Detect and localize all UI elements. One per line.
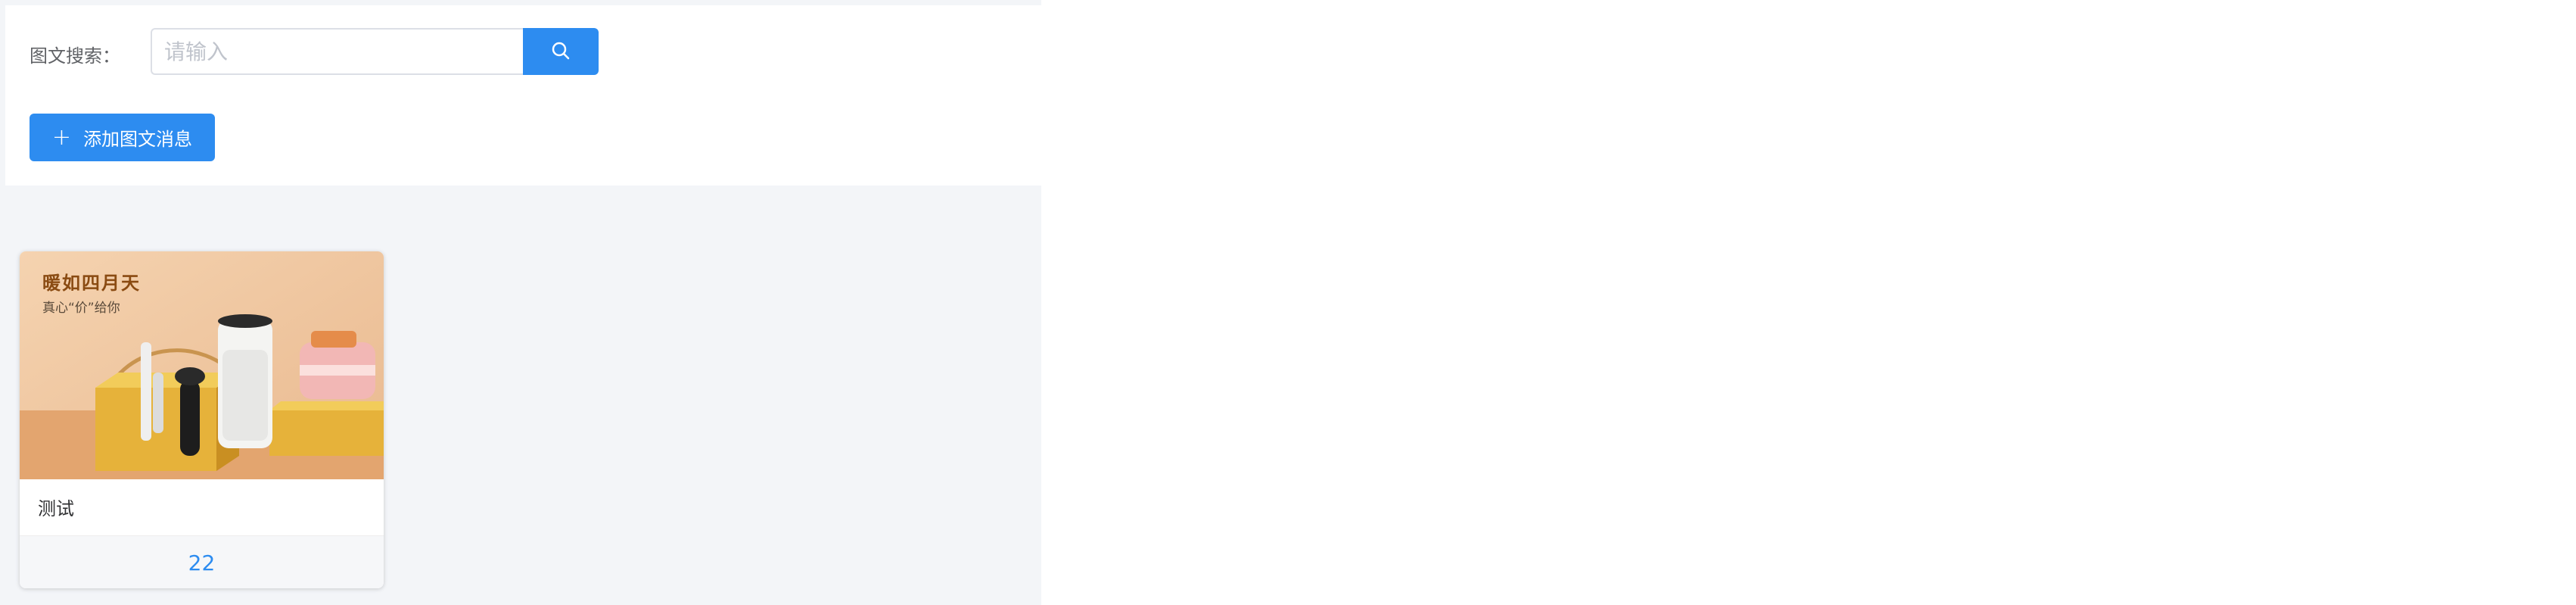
- app-container: 图文搜索： + 添加图文消息: [0, 0, 1041, 605]
- banner-title: 暖如四月天: [42, 273, 141, 294]
- search-button[interactable]: [523, 28, 599, 75]
- search-icon: [551, 41, 571, 63]
- search-panel: 图文搜索： + 添加图文消息: [5, 5, 1041, 186]
- search-label: 图文搜索：: [30, 45, 120, 67]
- banner-subtitle: 真心“价”给你: [42, 301, 120, 316]
- news-card[interactable]: 暖如四月天 真心“价”给你 测试 22: [20, 251, 384, 588]
- card-count[interactable]: 22: [20, 535, 384, 588]
- card-cover-image: 暖如四月天 真心“价”给你: [20, 251, 384, 479]
- card-title: 测试: [38, 498, 74, 519]
- add-news-button[interactable]: + 添加图文消息: [30, 114, 215, 161]
- add-news-label: 添加图文消息: [83, 129, 193, 150]
- plus-icon: +: [51, 123, 72, 151]
- search-input[interactable]: [151, 28, 526, 75]
